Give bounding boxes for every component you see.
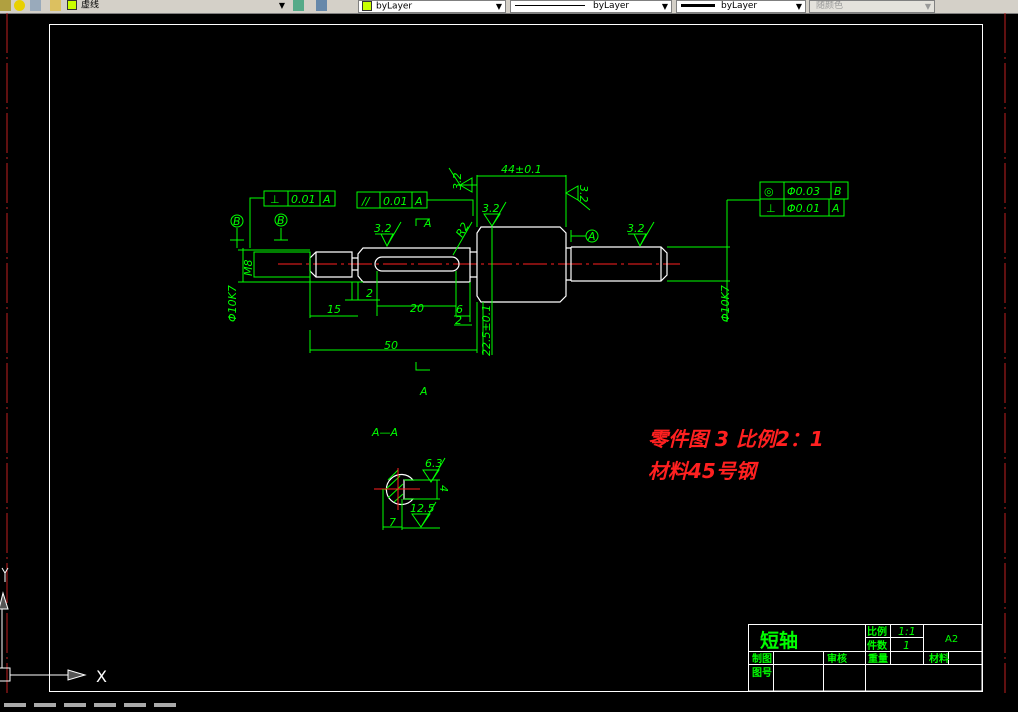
dim-2b: 2 — [455, 314, 462, 327]
roughness-value: 3.2 — [451, 173, 464, 191]
plot-style-dropdown: 随颜色 ▼ — [809, 0, 935, 13]
lightbulb-icon[interactable] — [14, 0, 25, 11]
linetype-sample — [515, 5, 585, 6]
ucs-icon: X — [0, 567, 107, 686]
dim-r2: R2 — [453, 220, 472, 239]
dim-m8: M8 — [242, 260, 255, 277]
dim-2: 2 — [366, 287, 373, 300]
lineweight-sample — [681, 4, 715, 7]
count-value: 1 — [903, 639, 910, 652]
note-material: 材料45号钢 — [648, 459, 759, 483]
section-view: A—A 6.3 12.5 4 7 — [371, 426, 450, 530]
dim-phi10-right: Φ10K7 — [719, 285, 732, 322]
layer-dropdown[interactable]: 虚线 ▼ — [64, 0, 288, 11]
dim-50: 50 — [384, 339, 398, 352]
linetype-value: byLayer — [593, 1, 630, 11]
drawing-canvas[interactable]: ⊥ 0.01 A // 0.01 A ◎ Φ0.03 B ⊥ Φ0.01 A 4… — [0, 13, 1018, 699]
lineweight-value: byLayer — [721, 1, 758, 11]
datum-b-label: B — [233, 215, 241, 228]
layer-color-swatch — [67, 0, 77, 10]
ucs-x-label: X — [96, 667, 107, 686]
properties-toolbar: 虚线 ▼ byLayer ▼ byLayer ▼ byLayer ▼ 随颜色 ▼ — [0, 0, 1018, 14]
note-part-scale: 零件图 3 比例2：1 — [648, 427, 824, 451]
tolerance-value: 0.01 — [291, 193, 316, 206]
datum-b-label: B — [277, 214, 285, 227]
count-label: 件数 — [867, 639, 888, 652]
drawing-no-label: 图号 — [752, 667, 772, 679]
freeze-icon[interactable] — [30, 0, 41, 11]
perpendicularity-symbol: ⊥ — [270, 193, 280, 206]
section-circle — [385, 473, 415, 506]
lock-icon[interactable] — [50, 0, 61, 11]
color-value: byLayer — [376, 1, 413, 12]
chevron-down-icon: ▼ — [495, 2, 502, 11]
roughness-value: 3.2 — [627, 222, 645, 235]
section-mark-a-bottom: A — [419, 385, 428, 398]
datum-ref: A — [414, 195, 423, 208]
tolerance-frame-right: ◎ Φ0.03 B ⊥ Φ0.01 A — [759, 181, 849, 217]
layer-previous-icon[interactable] — [316, 0, 327, 11]
roughness-value: 6.3 — [425, 457, 443, 470]
tolerance-frame-left-perp: ⊥ 0.01 A — [263, 190, 336, 207]
dim-4: 4 — [437, 485, 450, 492]
dim-44: 44±0.1 — [501, 163, 542, 176]
roughness-value: 12.5 — [410, 502, 435, 515]
section-mark-a-top: A — [423, 217, 432, 230]
make-current-layer-icon[interactable] — [293, 0, 304, 11]
tolerance-value: Φ0.03 — [787, 185, 820, 198]
layer-state-icon[interactable] — [0, 0, 11, 11]
roughness-value: 3.2 — [482, 202, 500, 215]
sheet-size: A2 — [945, 634, 958, 645]
color-swatch — [362, 1, 372, 11]
title-block: 短轴 比例 1:1 件数 1 A2 制图 审核 重量 材料 图号 — [748, 624, 983, 692]
tolerance-frame-parallel: // 0.01 A — [356, 191, 428, 209]
datum-ref: A — [831, 202, 840, 215]
lineweight-dropdown[interactable]: byLayer ▼ — [676, 0, 806, 13]
concentricity-symbol: ◎ — [764, 185, 774, 198]
chevron-down-icon: ▼ — [795, 2, 802, 11]
dim-phi10-left: Φ10K7 — [226, 285, 239, 322]
datum-a-label: A — [587, 230, 596, 243]
weight-label: 重量 — [868, 652, 888, 665]
scale-value: 1:1 — [898, 625, 916, 638]
dim-20: 20 — [410, 302, 424, 315]
chevron-down-icon: ▼ — [661, 2, 668, 11]
scale-label: 比例 — [867, 625, 887, 638]
dim-7: 7 — [389, 516, 396, 529]
material-label: 材料 — [929, 652, 949, 665]
roughness-value: 3.2 — [577, 185, 590, 203]
parallelism-symbol: // — [361, 195, 371, 208]
plot-style-value: 随颜色 — [816, 1, 844, 11]
layer-name: 虚线 — [81, 0, 100, 11]
chevron-down-icon: ▼ — [924, 2, 931, 11]
tolerance-value: 0.01 — [383, 195, 408, 208]
section-title: A—A — [371, 426, 398, 439]
linetype-dropdown[interactable]: byLayer ▼ — [510, 0, 672, 13]
part-name: 短轴 — [760, 629, 798, 652]
bottom-tabs-strip — [0, 693, 1018, 707]
roughness-value: 3.2 — [374, 222, 392, 235]
chevron-down-icon: ▼ — [278, 1, 285, 10]
color-dropdown[interactable]: byLayer ▼ — [358, 0, 506, 13]
dim-22-5: 22.5±0.1 — [480, 305, 493, 356]
datum-ref: A — [322, 193, 331, 206]
drawing-frame — [49, 24, 983, 692]
dim-15: 15 — [327, 303, 341, 316]
datum-ref: B — [834, 185, 842, 198]
perpendicularity-symbol: ⊥ — [766, 202, 776, 215]
review-label: 审核 — [827, 652, 847, 665]
tolerance-value: Φ0.01 — [787, 202, 820, 215]
drawn-label: 制图 — [752, 652, 772, 665]
